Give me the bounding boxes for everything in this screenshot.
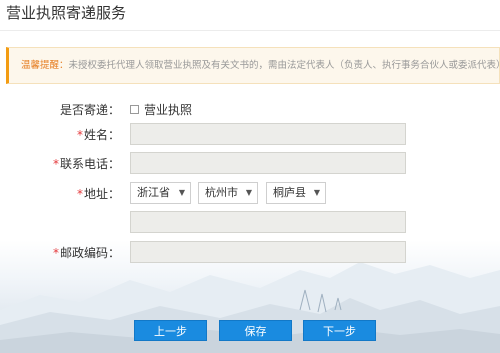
address-label-group: *地址： — [0, 185, 120, 202]
phone-label-group: *联系电话： — [0, 155, 120, 172]
province-value: 浙江省 — [137, 186, 170, 199]
province-select[interactable]: 浙江省 ▼ — [130, 182, 191, 204]
save-button[interactable]: 保存 — [219, 320, 292, 341]
phone-field[interactable] — [130, 152, 406, 174]
county-value: 桐庐县 — [273, 186, 306, 199]
address-label: 地址： — [83, 187, 120, 201]
postcode-label-group: *邮政编码： — [0, 244, 120, 261]
title-divider — [0, 30, 500, 31]
notice-text: 未授权委托代理人领取营业执照及有关文书的，需由法定代表人（负责人、执行事务合伙人… — [68, 60, 500, 71]
phone-row: *联系电话： — [0, 152, 500, 174]
required-mark: * — [52, 246, 59, 260]
address-detail-row — [0, 211, 500, 233]
address-row: *地址： 浙江省 ▼ 杭州市 ▼ 桐庐县 ▼ — [0, 182, 500, 204]
required-mark: * — [52, 157, 59, 171]
chevron-down-icon: ▼ — [313, 188, 320, 197]
name-label: 姓名： — [83, 128, 120, 142]
postcode-field[interactable] — [130, 241, 406, 263]
mail-option-label[interactable]: 营业执照 — [144, 101, 192, 118]
city-value: 杭州市 — [205, 186, 238, 199]
mail-row: 是否寄递： 营业执照 — [0, 101, 500, 119]
chevron-down-icon: ▼ — [245, 188, 252, 197]
phone-label: 联系电话： — [59, 157, 120, 171]
address-detail-field[interactable] — [130, 211, 406, 233]
postcode-row: *邮政编码： — [0, 241, 500, 263]
county-select[interactable]: 桐庐县 ▼ — [266, 182, 326, 204]
next-button[interactable]: 下一步 — [303, 320, 376, 341]
required-mark: * — [76, 187, 83, 201]
page-title: 营业执照寄递服务 — [6, 4, 127, 22]
required-mark: * — [76, 128, 83, 142]
name-label-group: *姓名： — [0, 126, 120, 143]
name-row: *姓名： — [0, 123, 500, 145]
chevron-down-icon: ▼ — [178, 188, 185, 197]
notice-lead: 温馨提醒： — [21, 60, 69, 71]
name-field[interactable] — [130, 123, 406, 145]
postcode-label: 邮政编码： — [59, 246, 120, 260]
mail-label: 是否寄递： — [59, 103, 120, 117]
notice-banner: 温馨提醒：未授权委托代理人领取营业执照及有关文书的，需由法定代表人（负责人、执行… — [6, 47, 500, 84]
city-select[interactable]: 杭州市 ▼ — [198, 182, 258, 204]
prev-button[interactable]: 上一步 — [134, 320, 207, 341]
mail-checkbox[interactable] — [130, 105, 139, 114]
